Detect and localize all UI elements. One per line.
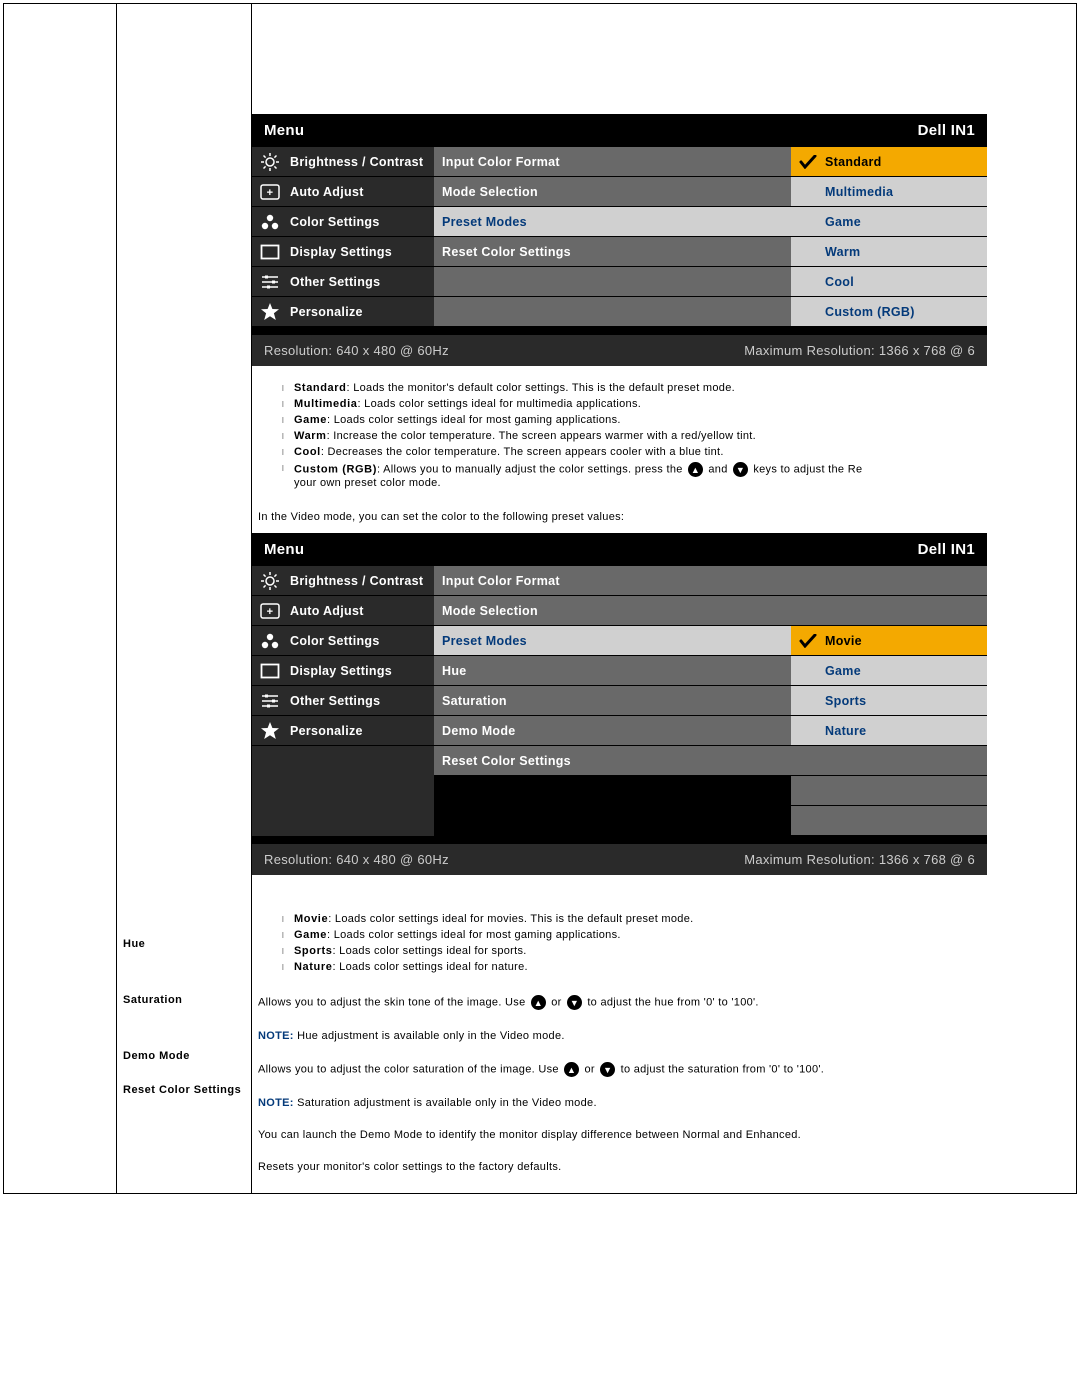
preset-description-list-1: Standard: Loads the monitor's default co… xyxy=(252,380,1076,491)
up-arrow-icon: ▲ xyxy=(564,1062,579,1077)
osd-option-item[interactable]: Movie xyxy=(791,626,987,656)
osd-sub-item[interactable]: Mode Selection xyxy=(434,596,791,626)
nav-icon: + xyxy=(260,182,280,202)
osd-option-item[interactable]: Game xyxy=(791,656,987,686)
osd-max-resolution: Maximum Resolution: 1366 x 768 @ 6 xyxy=(744,343,975,358)
row-label-demo: Demo Mode xyxy=(117,1046,251,1066)
osd-menu-1: Menu Dell IN1 Brightness / Contrast+Auto… xyxy=(252,114,987,366)
row-label-hue: Hue xyxy=(117,934,251,954)
down-arrow-icon: ▼ xyxy=(567,995,582,1010)
nav-icon xyxy=(260,661,280,681)
nav-icon xyxy=(260,152,280,172)
down-arrow-icon: ▼ xyxy=(600,1062,615,1077)
osd-option-item[interactable]: Custom (RGB) xyxy=(791,297,987,327)
left-empty-column xyxy=(4,4,117,1193)
video-mode-intro: In the Video mode, you can set the color… xyxy=(252,501,1076,533)
osd-resolution: Resolution: 640 x 480 @ 60Hz xyxy=(264,343,449,358)
osd-sub-item[interactable]: Input Color Format xyxy=(434,566,791,596)
osd-sub-item[interactable]: Saturation xyxy=(434,686,791,716)
checkmark-icon xyxy=(799,634,817,648)
nav-icon xyxy=(260,571,280,591)
osd-sub-item[interactable]: Reset Color Settings xyxy=(434,237,791,267)
osd-menu-2: Menu Dell IN1 Brightness / Contrast+Auto… xyxy=(252,533,987,875)
osd-sub-item[interactable]: Input Color Format xyxy=(434,147,791,177)
osd-sub-item xyxy=(434,267,791,297)
hue-note: NOTE: Hue adjustment is available only i… xyxy=(252,1020,1076,1052)
label-column: Hue Saturation Demo Mode Reset Color Set… xyxy=(117,4,252,1193)
osd-resolution: Resolution: 640 x 480 @ 60Hz xyxy=(264,852,449,867)
osd-brand: Dell IN1 xyxy=(918,122,975,139)
osd-nav-item[interactable]: Display Settings xyxy=(252,237,434,267)
nav-icon xyxy=(260,691,280,711)
osd-nav-item[interactable]: +Auto Adjust xyxy=(252,177,434,207)
osd-brand: Dell IN1 xyxy=(918,541,975,558)
up-arrow-icon: ▲ xyxy=(688,462,703,477)
checkmark-icon xyxy=(799,155,817,169)
osd-sub-item[interactable]: Preset Modes xyxy=(434,626,791,656)
saturation-description: Allows you to adjust the color saturatio… xyxy=(252,1052,1076,1087)
osd-nav-item[interactable]: Other Settings xyxy=(252,267,434,297)
osd-nav-item[interactable]: Other Settings xyxy=(252,686,434,716)
osd-sub-item xyxy=(434,297,791,327)
nav-icon xyxy=(260,721,280,741)
nav-icon xyxy=(260,212,280,232)
osd-option-item[interactable]: Sports xyxy=(791,686,987,716)
demo-mode-description: You can launch the Demo Mode to identify… xyxy=(252,1119,1076,1151)
osd-nav-item[interactable]: Color Settings xyxy=(252,207,434,237)
osd-option-item[interactable]: Multimedia xyxy=(791,177,987,207)
row-label-reset: Reset Color Settings xyxy=(117,1080,251,1100)
nav-icon xyxy=(260,242,280,262)
up-arrow-icon: ▲ xyxy=(531,995,546,1010)
osd-title: Menu xyxy=(264,541,304,558)
osd-option-item[interactable]: Warm xyxy=(791,237,987,267)
hue-description: Allows you to adjust the skin tone of th… xyxy=(252,985,1076,1020)
osd-max-resolution: Maximum Resolution: 1366 x 768 @ 6 xyxy=(744,852,975,867)
main-column: Menu Dell IN1 Brightness / Contrast+Auto… xyxy=(252,4,1076,1193)
nav-icon xyxy=(260,272,280,292)
nav-icon xyxy=(260,631,280,651)
osd-nav-item[interactable]: Brightness / Contrast xyxy=(252,147,434,177)
osd-nav-item[interactable]: Display Settings xyxy=(252,656,434,686)
preset-description-list-2: Movie: Loads color settings ideal for mo… xyxy=(252,911,1076,975)
nav-icon xyxy=(260,302,280,322)
osd-sub-item[interactable]: Demo Mode xyxy=(434,716,791,746)
osd-nav-item[interactable]: +Auto Adjust xyxy=(252,596,434,626)
saturation-note: NOTE: Saturation adjustment is available… xyxy=(252,1087,1076,1119)
osd-sub-item[interactable]: Hue xyxy=(434,656,791,686)
row-label-saturation: Saturation xyxy=(117,990,251,1010)
osd-nav-item[interactable]: Color Settings xyxy=(252,626,434,656)
osd-sub-item[interactable]: Reset Color Settings xyxy=(434,746,791,776)
osd-option-item[interactable]: Game xyxy=(791,207,987,237)
osd-sub-item[interactable]: Preset Modes xyxy=(434,207,791,237)
osd-option-item[interactable]: Cool xyxy=(791,267,987,297)
osd-nav-item[interactable]: Brightness / Contrast xyxy=(252,566,434,596)
down-arrow-icon: ▼ xyxy=(733,462,748,477)
osd-sub-item[interactable]: Mode Selection xyxy=(434,177,791,207)
osd-option-item[interactable]: Standard xyxy=(791,147,987,177)
svg-text:+: + xyxy=(267,187,274,199)
osd-nav-item[interactable]: Personalize xyxy=(252,297,434,327)
osd-title: Menu xyxy=(264,122,304,139)
svg-text:+: + xyxy=(267,606,274,618)
nav-icon: + xyxy=(260,601,280,621)
document-frame: Hue Saturation Demo Mode Reset Color Set… xyxy=(3,3,1077,1194)
reset-color-description: Resets your monitor's color settings to … xyxy=(252,1151,1076,1193)
osd-option-item[interactable]: Nature xyxy=(791,716,987,746)
osd-nav-item[interactable]: Personalize xyxy=(252,716,434,746)
